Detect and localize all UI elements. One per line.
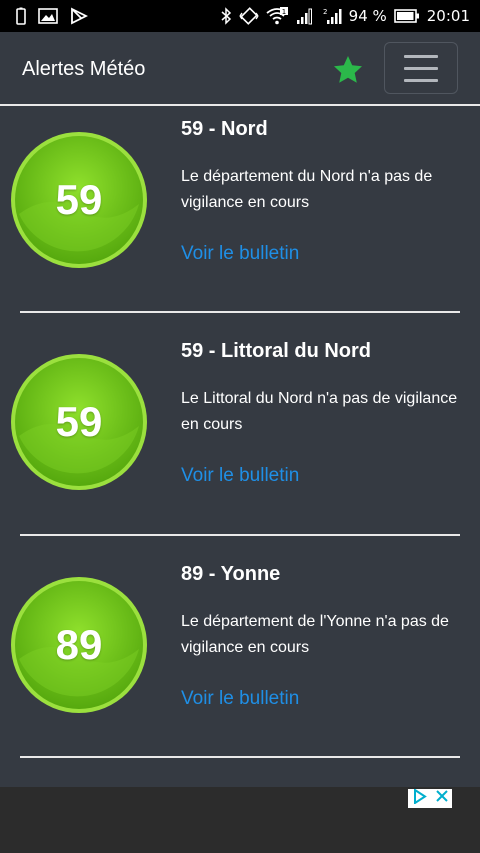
- adchoices-icon[interactable]: [412, 787, 428, 809]
- vibrate-icon: [239, 7, 259, 25]
- department-number: 89: [55, 621, 103, 668]
- store-icon: [70, 7, 88, 25]
- clock: 20:01: [426, 7, 470, 25]
- view-bulletin-link[interactable]: Voir le bulletin: [181, 465, 299, 487]
- alert-title: 89 - Yonne: [181, 563, 281, 585]
- alert-description: Le département du Nord n'a pas de vigila…: [181, 168, 433, 211]
- status-bar: 1 2 94 % 20:01: [0, 0, 480, 32]
- view-bulletin-link[interactable]: Voir le bulletin: [181, 688, 299, 710]
- alert-item: 59 59 - Nord Le département du Nord n'a …: [0, 106, 480, 329]
- department-number: 59: [55, 176, 103, 223]
- favorite-star-icon[interactable]: [332, 54, 364, 86]
- view-bulletin-link[interactable]: Voir le bulletin: [181, 243, 299, 265]
- sim2-signal-icon: 2: [322, 7, 342, 25]
- notification-icons: [16, 7, 88, 25]
- battery-icon: [393, 8, 420, 24]
- menu-bar: [404, 78, 438, 82]
- vigilance-badge: 89: [9, 575, 149, 715]
- wifi-icon: 1: [266, 7, 288, 25]
- app-title: Alertes Météo: [22, 58, 146, 80]
- close-icon[interactable]: [435, 789, 449, 808]
- alert-item: 89 89 - Yonne Le département de l'Yonne …: [0, 551, 480, 774]
- menu-bar: [404, 54, 438, 58]
- app-header: Alertes Météo: [0, 32, 480, 106]
- menu-bar: [404, 66, 438, 70]
- svg-text:1: 1: [281, 8, 285, 16]
- department-number: 59: [55, 398, 103, 445]
- adchoices-badge[interactable]: [408, 787, 452, 809]
- battery-indicator-icon: [16, 7, 26, 25]
- hamburger-menu-icon[interactable]: [384, 42, 458, 94]
- vigilance-badge: 59: [9, 130, 149, 270]
- alert-title: 59 - Nord: [181, 118, 268, 140]
- alert-title: 59 - Littoral du Nord: [181, 340, 371, 362]
- alert-description: Le département de l'Yonne n'a pas de vig…: [181, 613, 449, 656]
- divider: [20, 756, 460, 758]
- system-icons: 1 2 94 % 20:01: [220, 7, 470, 25]
- vigilance-badge: 59: [9, 352, 149, 492]
- divider: [20, 534, 460, 536]
- svg-text:2: 2: [323, 8, 327, 16]
- image-icon: [38, 8, 58, 24]
- alert-description: Le Littoral du Nord n'a pas de vigilance…: [181, 390, 458, 433]
- divider: [20, 311, 460, 313]
- bluetooth-icon: [220, 7, 232, 25]
- alert-item: 59 59 - Littoral du Nord Le Littoral du …: [0, 328, 480, 551]
- battery-percent: 94 %: [348, 7, 387, 25]
- sim1-signal-icon: [295, 7, 315, 25]
